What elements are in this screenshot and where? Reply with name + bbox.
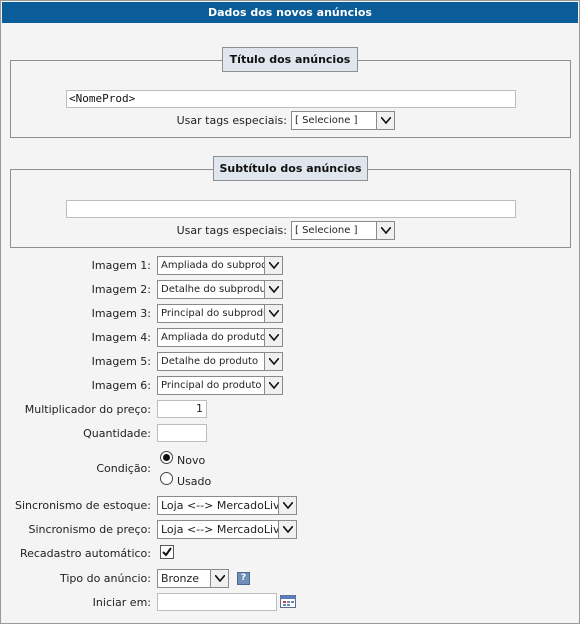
subtitulo-input[interactable]	[66, 200, 516, 218]
imagem-1-label: Imagem 1:	[91, 259, 151, 272]
condicao-label: Condição:	[96, 462, 151, 475]
form-panel: Dados dos novos anúncios Título dos anún…	[0, 0, 580, 624]
chevron-down-icon	[264, 329, 282, 346]
sinc-preco-label: Sincronismo de preço:	[28, 523, 151, 536]
titulo-tags-label: Usar tags especiais:	[176, 114, 287, 127]
imagem-3-select[interactable]: Principal do subproduto	[157, 304, 283, 323]
iniciar-label: Iniciar em:	[92, 596, 151, 609]
chevron-down-icon	[376, 222, 394, 239]
calendar-icon[interactable]	[280, 594, 296, 608]
condicao-usado-radio[interactable]	[160, 472, 173, 485]
subtitulo-tags-select[interactable]: [ Selecione ]	[291, 221, 395, 240]
chevron-down-icon	[264, 305, 282, 322]
quantidade-label: Quantidade:	[83, 427, 151, 440]
imagem-2-label: Imagem 2:	[91, 283, 151, 296]
tipo-anuncio-select[interactable]: Bronze	[157, 569, 229, 588]
condicao-novo-label: Novo	[177, 454, 206, 467]
imagem-4-select[interactable]: Ampliada do produto	[157, 328, 283, 347]
sinc-preco-select[interactable]: Loja <--> MercadoLivre	[157, 520, 297, 539]
chevron-down-icon	[264, 353, 282, 370]
imagem-6-select[interactable]: Principal do produto	[157, 376, 283, 395]
multiplicador-input[interactable]: 1	[157, 400, 207, 418]
sinc-estoque-select[interactable]: Loja <--> MercadoLivre	[157, 496, 297, 515]
condicao-usado-label: Usado	[177, 475, 212, 488]
imagem-6-label: Imagem 6:	[91, 379, 151, 392]
imagem-5-value: Detalhe do produto	[161, 356, 259, 367]
chevron-down-icon	[278, 497, 296, 514]
sinc-estoque-label: Sincronismo de estoque:	[15, 499, 151, 512]
imagem-3-label: Imagem 3:	[91, 307, 151, 320]
quantidade-input[interactable]	[157, 424, 207, 442]
chevron-down-icon	[376, 112, 394, 129]
panel-header: Dados dos novos anúncios	[2, 2, 578, 23]
tipo-anuncio-value: Bronze	[161, 572, 200, 585]
chevron-down-icon	[278, 521, 296, 538]
radio-selected-dot	[163, 454, 170, 461]
imagem-4-label: Imagem 4:	[91, 331, 151, 344]
sinc-preco-value: Loja <--> MercadoLivre	[161, 523, 291, 536]
multiplicador-label: Multiplicador do preço:	[24, 403, 151, 416]
subtitulo-legend: Subtítulo dos anúncios	[213, 156, 368, 181]
iniciar-input[interactable]	[157, 593, 277, 611]
titulo-legend: Título dos anúncios	[222, 47, 358, 72]
titulo-tags-select[interactable]: [ Selecione ]	[291, 111, 395, 130]
imagem-4-value: Ampliada do produto	[161, 332, 266, 343]
imagem-1-select[interactable]: Ampliada do subproduto	[157, 256, 283, 275]
recadastro-label: Recadastro automático:	[19, 547, 151, 560]
imagem-5-select[interactable]: Detalhe do produto	[157, 352, 283, 371]
subtitulo-tags-select-value: [ Selecione ]	[295, 225, 358, 236]
tipo-anuncio-label: Tipo do anúncio:	[59, 572, 151, 585]
imagem-3-value: Principal do subproduto	[161, 308, 280, 319]
condicao-novo-radio[interactable]	[160, 451, 173, 464]
imagem-2-value: Detalhe do subproduto	[161, 284, 276, 295]
recadastro-checkbox[interactable]	[160, 545, 174, 559]
imagem-2-select[interactable]: Detalhe do subproduto	[157, 280, 283, 299]
chevron-down-icon	[264, 281, 282, 298]
imagem-5-label: Imagem 5:	[91, 355, 151, 368]
help-icon[interactable]: ?	[237, 572, 250, 585]
chevron-down-icon	[264, 257, 282, 274]
titulo-tags-select-value: [ Selecione ]	[295, 115, 358, 126]
titulo-input[interactable]: <NomeProd>	[66, 90, 516, 108]
sinc-estoque-value: Loja <--> MercadoLivre	[161, 499, 291, 512]
imagem-6-value: Principal do produto	[161, 380, 262, 391]
subtitulo-tags-label: Usar tags especiais:	[176, 224, 287, 237]
chevron-down-icon	[264, 377, 282, 394]
chevron-down-icon	[210, 570, 228, 587]
